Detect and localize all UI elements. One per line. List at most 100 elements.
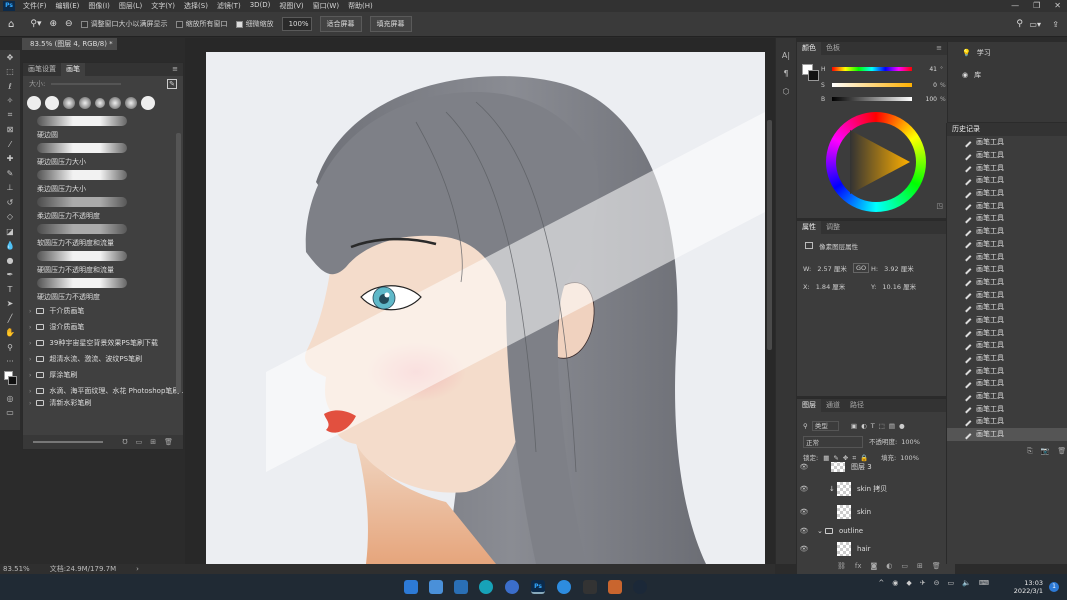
marquee-tool-icon[interactable]: ⬚	[0, 65, 20, 80]
saturation-value-field[interactable]: 0	[915, 82, 937, 89]
history-item[interactable]: 画笔工具	[947, 326, 1067, 339]
width-field[interactable]: 2.57 厘米	[817, 265, 847, 273]
brush-item[interactable]: 硬圆压力不透明度和流量	[23, 249, 183, 276]
brush-item[interactable]: 柔边圆压力大小	[23, 168, 183, 195]
menu-window[interactable]: 窗口(W)	[313, 1, 339, 11]
history-item[interactable]: 画笔工具	[947, 238, 1067, 251]
zoom-level[interactable]: 83.51%	[3, 565, 30, 573]
history-item[interactable]: 画笔工具	[947, 339, 1067, 352]
paragraph-panel-icon[interactable]: ¶	[776, 64, 796, 82]
path-select-tool-icon[interactable]: ➤	[0, 297, 20, 312]
character-panel-icon[interactable]: A|	[776, 46, 796, 64]
visibility-eye-icon[interactable]: 👁	[797, 463, 811, 471]
preset-brush-icon[interactable]	[125, 97, 137, 109]
history-item[interactable]: 画笔工具	[947, 415, 1067, 428]
brush-size-mini-slider[interactable]	[33, 441, 103, 443]
filter-icons[interactable]: ▣◐T⬚▤●	[851, 422, 909, 430]
saturation-slider[interactable]	[832, 83, 912, 87]
tab-layers[interactable]: 图层	[797, 399, 821, 412]
brush-item[interactable]: 硬边圆压力大小	[23, 141, 183, 168]
app-icon[interactable]	[505, 580, 519, 594]
history-item[interactable]: 画笔工具	[947, 136, 1067, 149]
x-field[interactable]: 1.84 厘米	[816, 283, 846, 291]
tab-properties[interactable]: 属性	[797, 221, 821, 234]
delete-state-icon[interactable]: 🗑	[1057, 447, 1066, 456]
history-item[interactable]: 画笔工具	[947, 288, 1067, 301]
panel-resize-icon[interactable]: ◳	[936, 202, 943, 210]
crop-tool-icon[interactable]: ⌗	[0, 108, 20, 123]
new-group-icon[interactable]: ▭	[901, 562, 908, 570]
edge-icon[interactable]	[479, 580, 493, 594]
visibility-eye-icon[interactable]: 👁	[797, 545, 811, 553]
brush-folder[interactable]: › 干介质画笔	[23, 303, 183, 319]
history-item[interactable]: 画笔工具	[947, 212, 1067, 225]
volume-icon[interactable]: 🔈	[962, 579, 971, 587]
tab-swatches[interactable]: 色板	[821, 42, 845, 55]
history-item[interactable]: 画笔工具	[947, 174, 1067, 187]
background-swatch[interactable]	[808, 70, 819, 81]
learn-panel-button[interactable]: 💡 学习	[948, 42, 1067, 64]
history-item[interactable]: 画笔工具	[947, 364, 1067, 377]
tab-channels[interactable]: 通道	[821, 399, 845, 412]
blend-mode-select[interactable]: 正常	[803, 436, 863, 448]
3d-panel-icon[interactable]: ⬡	[776, 82, 796, 100]
layer-row[interactable]: 👁 skin	[797, 502, 949, 521]
store-icon[interactable]	[454, 580, 468, 594]
shape-tool-icon[interactable]: ╱	[0, 311, 20, 326]
preset-brush-icon[interactable]	[63, 97, 75, 109]
brush-item[interactable]: 硬边圆	[23, 114, 183, 141]
frame-tool-icon[interactable]: ⊠	[0, 123, 20, 138]
document-size[interactable]: 文档:24.9M/179.7M	[50, 564, 116, 574]
brush-item[interactable]: 硬边圆压力不透明度	[23, 276, 183, 303]
preset-brush-icon[interactable]	[109, 97, 121, 109]
new-brush-footer-icon[interactable]: ⊞	[150, 438, 156, 446]
resize-windows-checkbox[interactable]: 调整窗口大小以满屏显示	[80, 19, 168, 29]
task-view-icon[interactable]	[429, 580, 443, 594]
search-icon[interactable]: ⚲	[1016, 19, 1023, 29]
zoom-all-windows-checkbox[interactable]: 缩放所有窗口	[175, 19, 228, 29]
history-item[interactable]: 画笔工具	[947, 225, 1067, 238]
preset-brush-icon[interactable]	[45, 96, 59, 110]
y-field[interactable]: 10.16 厘米	[882, 283, 916, 291]
brush-settings-icon[interactable]: ℧	[122, 438, 127, 446]
preset-brush-icon[interactable]	[27, 96, 41, 110]
stamp-tool-icon[interactable]: ⊥	[0, 181, 20, 196]
fill-field[interactable]: 100%	[900, 454, 919, 462]
link-dimensions-icon[interactable]: GO	[853, 263, 870, 273]
windows-start-icon[interactable]	[404, 580, 418, 594]
document-tab[interactable]: 83.5% (图层 4, RGB/8) * ×	[22, 38, 117, 50]
layer-group-row[interactable]: 👁 ⌄ outline	[797, 521, 949, 540]
menu-help[interactable]: 帮助(H)	[348, 1, 373, 11]
brush-folder[interactable]: › 39种宇宙星空背景效果PS笔刷下载	[23, 335, 183, 351]
new-document-from-state-icon[interactable]: ⎘	[1027, 447, 1033, 456]
menu-select[interactable]: 选择(S)	[184, 1, 208, 11]
browser-icon[interactable]	[557, 580, 571, 594]
hue-slider[interactable]	[832, 67, 912, 71]
history-item[interactable]: 画笔工具	[947, 276, 1067, 289]
layer-row[interactable]: 👁 ↓ skin 拷贝	[797, 479, 949, 498]
brush-folder[interactable]: › 超清水流、激流、波纹PS笔刷	[23, 351, 183, 367]
screen-mode-icon[interactable]: ▭	[0, 406, 20, 421]
magic-wand-tool-icon[interactable]: ✧	[0, 94, 20, 109]
brush-panel-scrollbar[interactable]	[176, 133, 181, 393]
new-brush-icon[interactable]: ✎	[167, 79, 177, 89]
move-tool-icon[interactable]: ✥	[0, 50, 20, 65]
dodge-tool-icon[interactable]: ●	[0, 253, 20, 268]
new-layer-icon[interactable]: ⊞	[917, 562, 923, 570]
layer-row[interactable]: 👁 hair	[797, 539, 949, 558]
history-item[interactable]: 画笔工具	[947, 161, 1067, 174]
history-item[interactable]: 画笔工具	[947, 314, 1067, 327]
menu-filter[interactable]: 滤镜(T)	[217, 1, 241, 11]
visibility-eye-icon[interactable]: 👁	[797, 527, 811, 535]
layer-filter-select[interactable]: 类型	[811, 421, 839, 431]
tray-app-icon[interactable]: ◆	[906, 579, 911, 587]
history-title[interactable]: 历史记录	[947, 123, 1067, 136]
notification-badge[interactable]: 1	[1049, 582, 1059, 592]
type-tool-icon[interactable]: T	[0, 282, 20, 297]
menu-image[interactable]: 图像(I)	[88, 1, 110, 11]
brush-folder[interactable]: › 水滴、海平面纹理、水花 Photoshop笔刷 ...	[23, 383, 183, 399]
eraser-tool-icon[interactable]: ◇	[0, 210, 20, 225]
fill-screen-button[interactable]: 填充屏幕	[369, 16, 412, 32]
history-item-selected[interactable]: 画笔工具	[947, 427, 1067, 441]
brush-item[interactable]: 软圆压力不透明度和流量	[23, 222, 183, 249]
